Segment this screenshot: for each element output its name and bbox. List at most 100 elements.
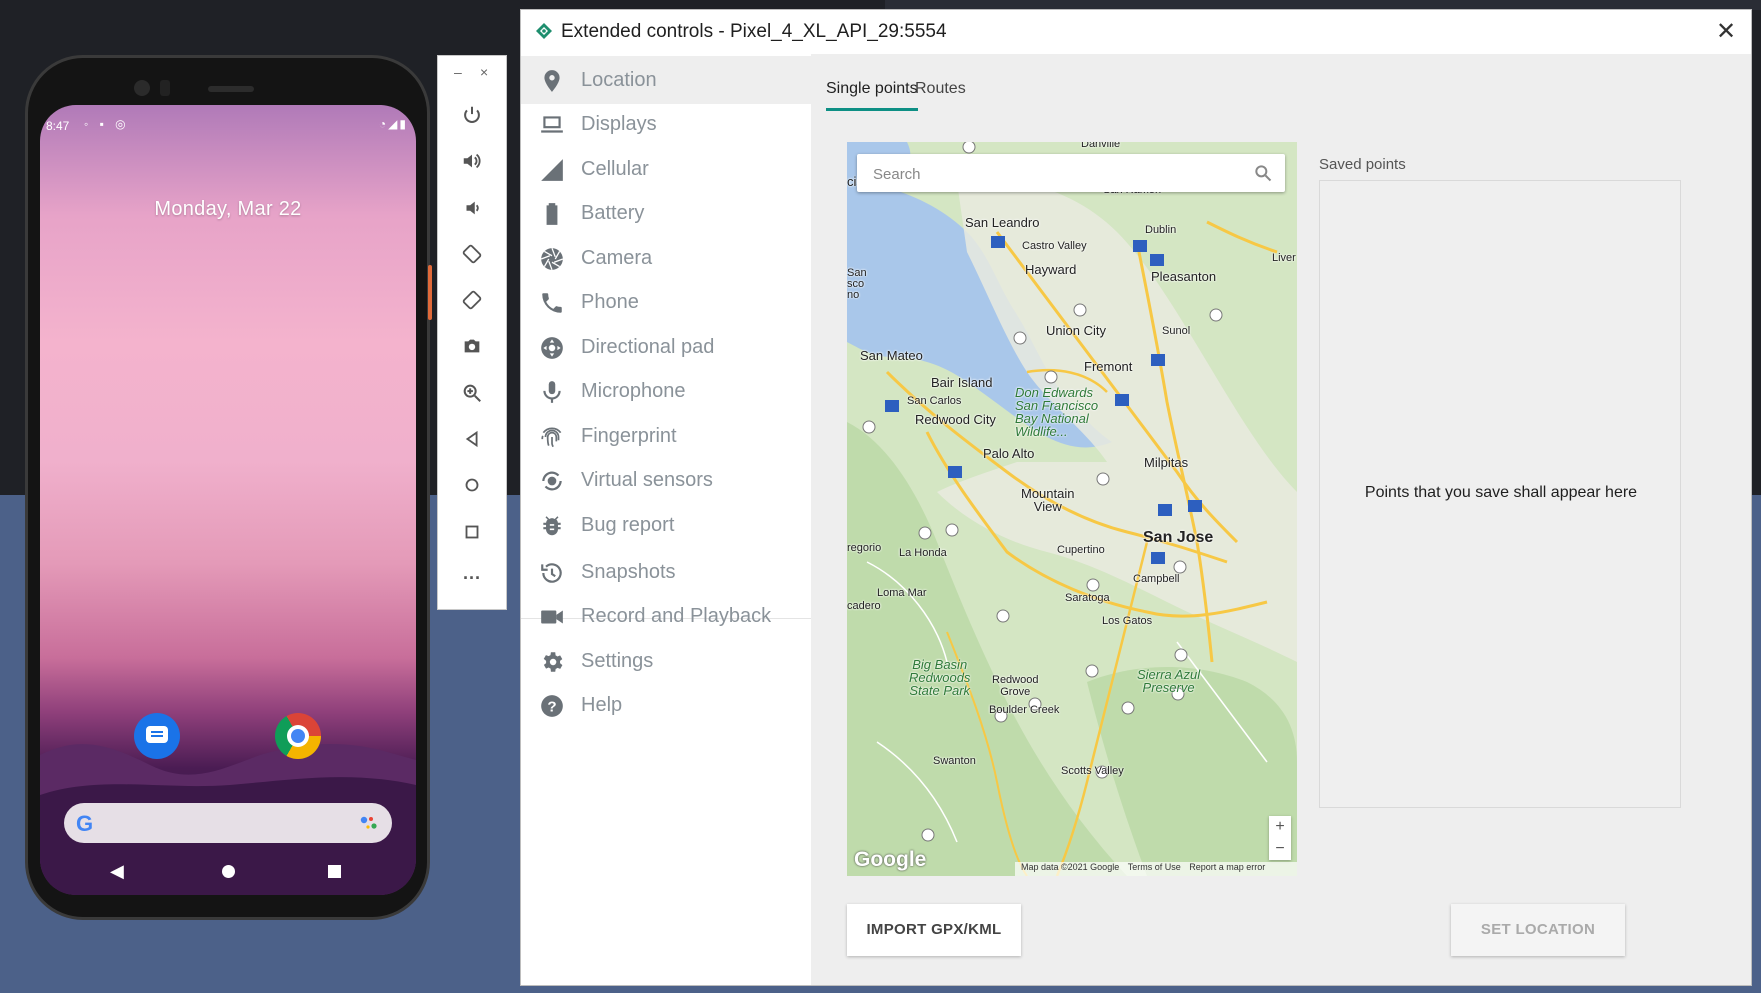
report-map-error-link[interactable]: Report a map error bbox=[1189, 862, 1265, 872]
sidebar-item-fingerprint[interactable]: Fingerprint bbox=[521, 412, 811, 460]
status-time: 8:47 bbox=[46, 119, 70, 133]
phone-screen[interactable]: 8:47 ◦ ▪ ◎ ◔◢▮ Monday, Mar 22 G ◀ bbox=[40, 105, 416, 895]
dpad-icon bbox=[539, 335, 565, 361]
map-label: Mountain View bbox=[1021, 486, 1075, 514]
sidebar-item-microphone[interactable]: Microphone bbox=[521, 367, 811, 415]
tab-single-points[interactable]: Single points bbox=[826, 80, 918, 98]
messages-app-icon[interactable] bbox=[134, 713, 180, 759]
sidebar-item-camera[interactable]: Camera bbox=[521, 234, 811, 282]
map-label: San Leandro bbox=[965, 215, 1040, 230]
status-bar: 8:47 ◦ ▪ ◎ ◔◢▮ bbox=[40, 105, 416, 133]
sidebar-item-label: Fingerprint bbox=[581, 424, 677, 447]
toolbar-minimize-button[interactable]: – bbox=[454, 64, 462, 80]
map-label: Pleasanton bbox=[1151, 269, 1217, 284]
sidebar-item-snapshots[interactable]: Snapshots bbox=[521, 548, 811, 596]
camera-icon[interactable] bbox=[457, 331, 487, 361]
map-label: Campbell bbox=[1133, 573, 1180, 585]
map-label: Redwood City bbox=[915, 412, 996, 427]
sidebar-item-label: Location bbox=[581, 68, 657, 91]
more-icon[interactable]: ··· bbox=[457, 563, 487, 593]
map-label: Saratoga bbox=[1065, 592, 1110, 604]
sidebar-item-directional-pad[interactable]: Directional pad bbox=[521, 323, 811, 371]
sidebar-item-help[interactable]: ? Help bbox=[521, 681, 811, 729]
notification-icons: ◦ ▪ ◎ bbox=[84, 117, 130, 131]
saved-points-list[interactable]: Points that you save shall appear here bbox=[1319, 180, 1681, 808]
map-view[interactable]: Danville San Ramon cis San Leandro Dubli… bbox=[847, 142, 1297, 876]
map-label: San sco no bbox=[847, 267, 867, 301]
sidebar-item-bug-report[interactable]: Bug report bbox=[521, 501, 811, 549]
video-camera-icon bbox=[539, 604, 565, 630]
map-label: Castro Valley bbox=[1022, 240, 1087, 252]
map-label: San Mateo bbox=[860, 348, 923, 363]
map-search-input[interactable] bbox=[871, 162, 1235, 186]
sidebar-item-battery[interactable]: Battery bbox=[521, 189, 811, 237]
map-label: cadero bbox=[847, 600, 881, 612]
nav-home-icon[interactable] bbox=[222, 865, 235, 878]
sidebar-item-virtual-sensors[interactable]: Virtual sensors bbox=[521, 456, 811, 504]
history-icon bbox=[539, 560, 565, 586]
nav-recents-icon[interactable] bbox=[328, 865, 341, 878]
map-label: Liver bbox=[1272, 252, 1296, 264]
sidebar-item-label: Displays bbox=[581, 112, 657, 135]
zoom-in-button[interactable]: + bbox=[1269, 816, 1291, 838]
extended-controls-sidebar: Location Displays Cellular Battery Camer… bbox=[521, 54, 811, 985]
google-g-icon: G bbox=[76, 811, 94, 836]
sidebar-item-location[interactable]: Location bbox=[521, 56, 811, 104]
map-label: Sunol bbox=[1162, 325, 1191, 337]
chrome-app-icon[interactable] bbox=[275, 713, 321, 759]
rotate-left-icon[interactable] bbox=[457, 239, 487, 269]
zoom-icon[interactable] bbox=[457, 378, 487, 408]
search-icon[interactable] bbox=[1253, 163, 1273, 183]
sidebar-item-label: Microphone bbox=[581, 379, 686, 402]
map-zoom-controls: + − bbox=[1269, 816, 1291, 860]
import-gpx-kml-button[interactable]: IMPORT GPX/KML bbox=[847, 904, 1021, 956]
toolbar-close-button[interactable]: × bbox=[480, 64, 488, 80]
volume-up-icon[interactable] bbox=[457, 146, 487, 176]
map-label: Sierra Azul Preserve bbox=[1137, 667, 1201, 695]
microphone-icon bbox=[539, 379, 565, 405]
camera-aperture-icon bbox=[539, 246, 565, 272]
google-search-bar[interactable]: G bbox=[64, 803, 392, 843]
set-location-button[interactable]: SET LOCATION bbox=[1451, 904, 1625, 956]
active-tab-indicator bbox=[826, 108, 918, 111]
map-attribution: Map data ©2021 Google Terms of Use Repor… bbox=[1015, 862, 1297, 876]
map-label: San Carlos bbox=[907, 395, 962, 407]
sidebar-item-settings[interactable]: Settings bbox=[521, 637, 811, 685]
map-label: Fremont bbox=[1084, 359, 1133, 374]
svg-text:?: ? bbox=[547, 698, 556, 715]
location-panel: Single points Routes Danville cis San Le… bbox=[811, 54, 1751, 985]
tab-routes[interactable]: Routes bbox=[915, 80, 966, 98]
sidebar-item-label: Snapshots bbox=[581, 560, 676, 583]
sidebar-item-displays[interactable]: Displays bbox=[521, 100, 811, 148]
sidebar-item-cellular[interactable]: Cellular bbox=[521, 145, 811, 193]
bug-icon bbox=[539, 513, 565, 539]
map-label: Union City bbox=[1046, 323, 1106, 338]
terms-of-use-link[interactable]: Terms of Use bbox=[1128, 862, 1181, 872]
phone-power-button[interactable] bbox=[428, 265, 432, 320]
map-label: Palo Alto bbox=[983, 446, 1035, 461]
overview-icon[interactable] bbox=[457, 517, 487, 547]
saved-points-label: Saved points bbox=[1319, 156, 1406, 173]
volume-down-icon[interactable] bbox=[457, 193, 487, 223]
map-label: Cupertino bbox=[1057, 544, 1105, 556]
window-title: Extended controls - Pixel_4_XL_API_29:55… bbox=[561, 21, 947, 42]
saved-points-empty-message: Points that you save shall appear here bbox=[1364, 484, 1638, 501]
back-icon[interactable] bbox=[457, 424, 487, 454]
power-icon[interactable] bbox=[457, 100, 487, 130]
map-data-credit: Map data ©2021 Google bbox=[1021, 862, 1120, 872]
assistant-icon[interactable] bbox=[360, 815, 378, 831]
home-icon[interactable] bbox=[457, 470, 487, 500]
location-pin-icon bbox=[539, 68, 565, 94]
map-search-box bbox=[857, 154, 1285, 192]
sidebar-item-label: Directional pad bbox=[581, 335, 715, 358]
map-label: Boulder Creek bbox=[989, 704, 1060, 716]
nav-back-icon[interactable]: ◀ bbox=[110, 861, 124, 882]
sidebar-item-phone[interactable]: Phone bbox=[521, 278, 811, 326]
rotate-right-icon[interactable] bbox=[457, 285, 487, 315]
sidebar-item-record-playback[interactable]: Record and Playback bbox=[521, 592, 811, 640]
zoom-out-button[interactable]: − bbox=[1269, 838, 1291, 860]
sidebar-item-label: Record and Playback bbox=[581, 604, 772, 627]
window-close-button[interactable]: ✕ bbox=[1709, 16, 1743, 48]
phone-nav-bar: ◀ bbox=[40, 855, 416, 895]
map-label: Danville bbox=[1081, 142, 1121, 150]
